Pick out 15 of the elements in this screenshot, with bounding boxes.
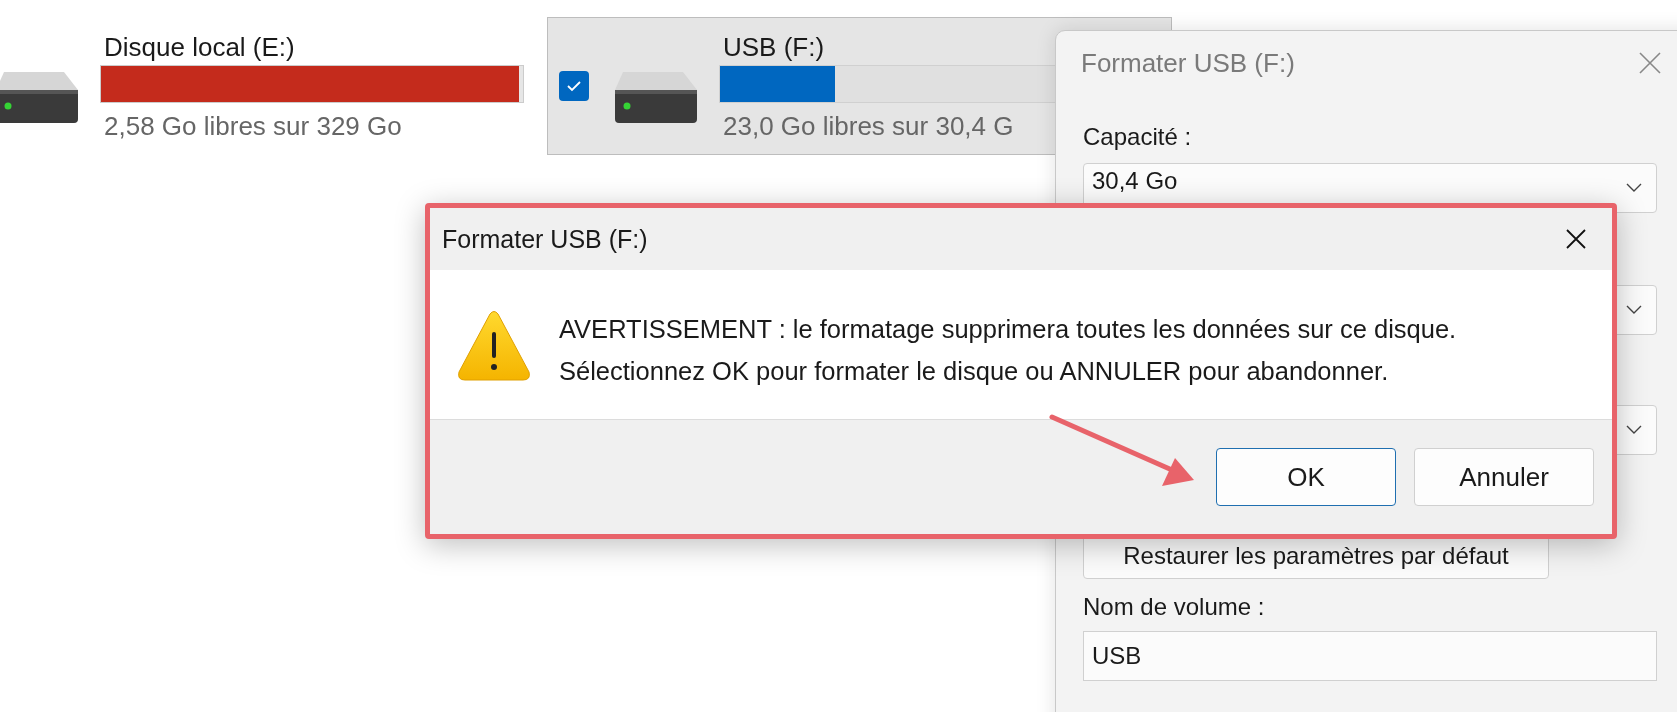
cancel-button[interactable]: Annuler: [1414, 448, 1594, 506]
chevron-down-icon: [1626, 305, 1642, 315]
warning-message: AVERTISSEMENT : le formatage supprimera toutes les données sur ce disque. Sélectionnez OK pour formater le disque ou ANNULER pour abandonner.: [559, 314, 1457, 387]
close-icon[interactable]: [1566, 229, 1586, 249]
checkbox[interactable]: [559, 71, 589, 101]
field-label: Nom de volume :: [1083, 593, 1265, 621]
ok-button[interactable]: OK: [1216, 448, 1396, 506]
free-space-text: 2,58 Go libres sur 329 Go: [104, 110, 403, 142]
checkmark-icon: [566, 80, 582, 92]
chevron-down-icon: [1626, 183, 1642, 193]
volume-name-field[interactable]: USB: [1083, 631, 1657, 681]
drive-name: Disque local (E:): [104, 30, 296, 63]
warning-icon: [457, 310, 531, 382]
chevron-down-icon: [1626, 425, 1642, 435]
dialog-title: Formater USB (F:): [442, 224, 648, 254]
